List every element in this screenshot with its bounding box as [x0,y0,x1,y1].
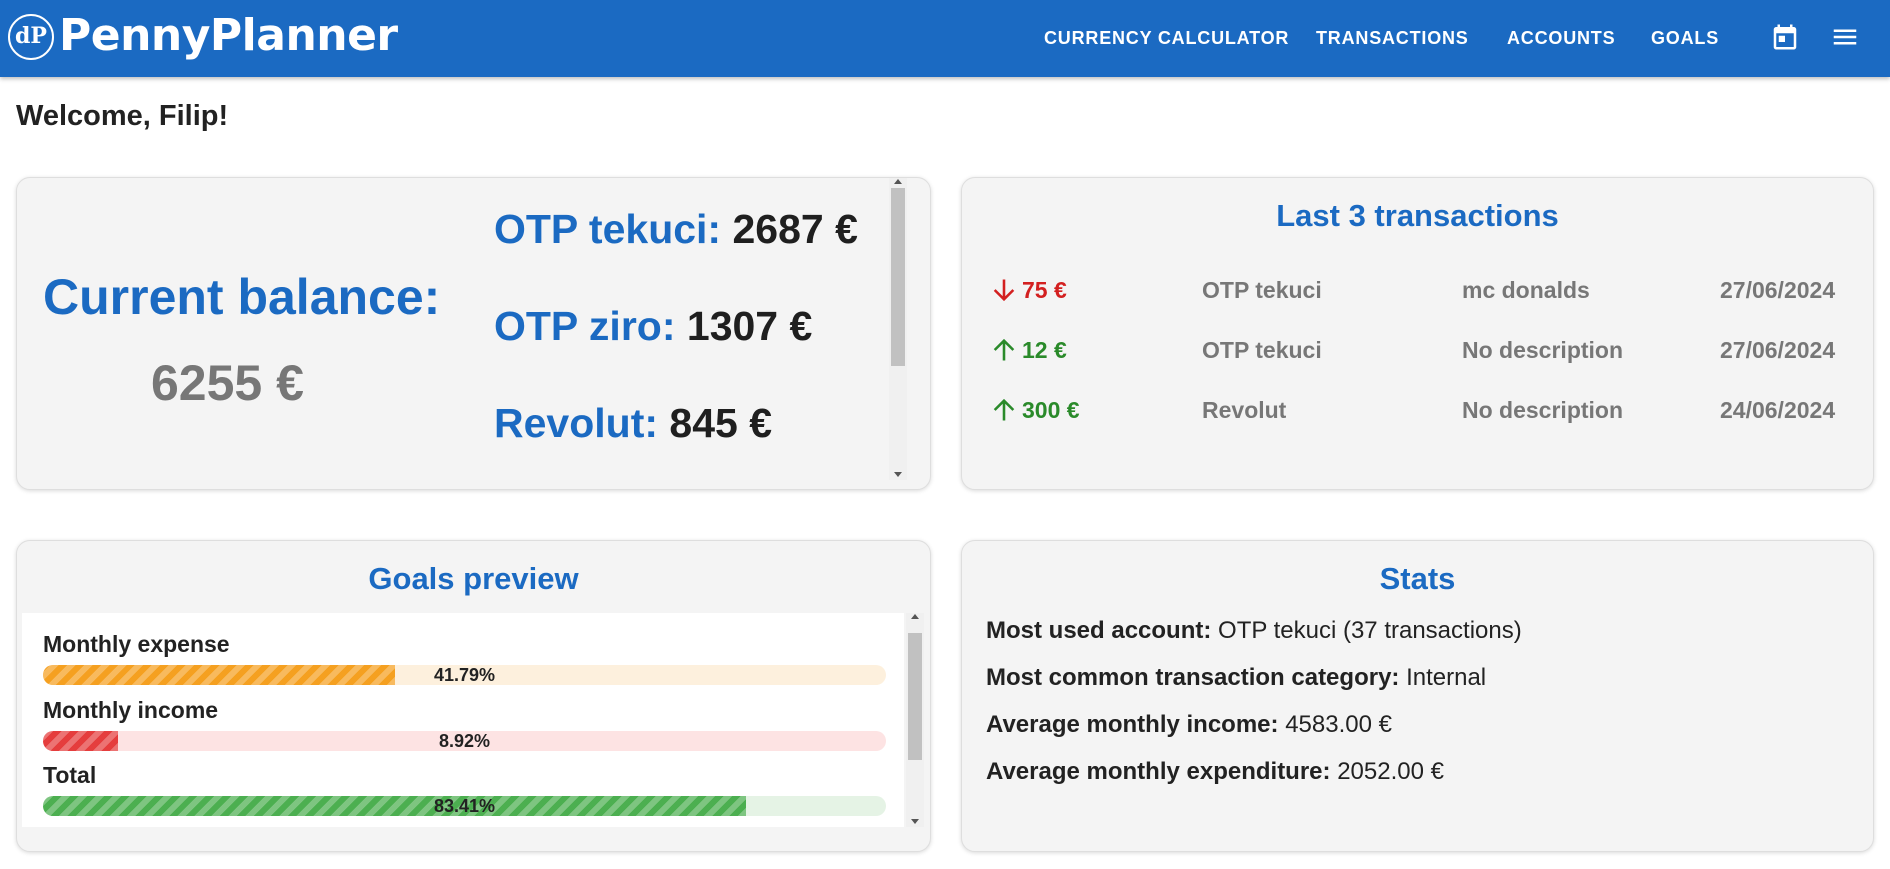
transactions-title: Last 3 transactions [1276,198,1559,233]
stat-label: Most used account: [986,617,1212,644]
goal-progress-bar: 8.92% [43,731,886,751]
current-balance-label: Current balance: [43,269,441,325]
arrow-down-icon [990,276,1018,313]
account-name: OTP ziro: [494,303,676,349]
transaction-amount: 12 € [1022,337,1067,363]
stat-average-monthly-income: Average monthly income: 4583.00 € [986,711,1392,739]
arrow-up-icon [990,336,1018,373]
stat-most-used-account: Most used account: OTP tekuci (37 transa… [986,617,1522,645]
nav-transactions[interactable]: TRANSACTIONS [1316,0,1469,77]
scroll-down-arrow[interactable] [911,819,919,824]
scroll-up-arrow[interactable] [894,179,902,184]
goals-preview-card: Goals preview Monthly expense 41.79% Mon… [16,540,931,852]
nav-goals[interactable]: GOALS [1651,0,1719,77]
goal-percent: 8.92% [438,731,491,751]
transaction-account: OTP tekuci [1202,337,1322,363]
account-value: 1307 € [686,303,813,349]
account-name: OTP tekuci: [494,206,722,252]
transaction-account: OTP tekuci [1202,277,1322,303]
calendar-icon[interactable] [1770,22,1800,52]
nav-label: TRANSACTIONS [1316,28,1469,48]
accounts-scrollbar[interactable] [889,178,907,480]
menu-icon[interactable] [1830,22,1860,52]
goal-label: Total [43,762,97,788]
transaction-amount: 75 € [1022,277,1067,303]
goal-label: Monthly expense [43,631,230,657]
transaction-description: No description [1462,397,1624,423]
stat-label: Most common transaction category: [986,664,1400,691]
app-bar: dP PennyPlanner CURRENCY CALCULATOR TRAN… [0,0,1890,77]
transaction-row[interactable]: 300 € Revolut No description 24/06/2024 [962,393,1873,427]
balance-card: Current balance: 6255 € OTP tekuci: 2687… [16,177,931,490]
stat-label: Average monthly income: [986,711,1279,738]
account-value: 845 € [669,400,773,446]
scrollbar-thumb[interactable] [908,633,922,760]
goals-title: Goals preview [368,561,579,596]
goal-progress-bar: 41.79% [43,665,886,685]
arrow-up-icon [990,396,1018,433]
goal-label: Monthly income [43,697,219,723]
nav-label: CURRENCY CALCULATOR [1044,28,1290,48]
transaction-account: Revolut [1202,397,1287,423]
account-balance-row: OTP tekuci: 2687 € [494,206,858,253]
transaction-date: 27/06/2024 [1720,277,1836,303]
goals-list: Monthly expense 41.79% Monthly income 8.… [22,613,924,827]
account-balance-row: OTP ziro: 1307 € [494,303,812,350]
goal-percent: 41.79% [433,665,496,685]
account-name: Revolut: [494,400,658,446]
stat-value: Internal [1406,664,1487,691]
stat-label: Average monthly expenditure: [986,758,1331,785]
scrollbar-thumb[interactable] [891,188,905,366]
stat-value: 4583.00 € [1285,711,1392,738]
account-balance-row: Revolut: 845 € [494,400,772,447]
nav-accounts[interactable]: ACCOUNTS [1507,0,1615,77]
app-name[interactable]: PennyPlanner [59,10,398,62]
stats-card: Stats Most used account: OTP tekuci (37 … [961,540,1874,852]
stat-average-monthly-expenditure: Average monthly expenditure: 2052.00 € [986,758,1444,786]
transaction-amount: 300 € [1022,397,1080,423]
svg-text:dP: dP [15,23,47,49]
nav-label: ACCOUNTS [1507,28,1616,48]
welcome-message: Welcome, Filip! [16,100,229,132]
transaction-row[interactable]: 75 € OTP tekuci mc donalds 27/06/2024 [962,273,1873,307]
transaction-date: 24/06/2024 [1720,397,1836,423]
stat-most-common-category: Most common transaction category: Intern… [986,664,1486,692]
stat-value: 2052.00 € [1337,758,1444,785]
nav-label: GOALS [1651,28,1720,48]
transaction-row[interactable]: 12 € OTP tekuci No description 27/06/202… [962,333,1873,367]
stats-title: Stats [1379,561,1456,596]
transactions-card: Last 3 transactions 75 € OTP tekuci mc d… [961,177,1874,490]
transaction-description: mc donalds [1462,277,1590,303]
goals-scrollbar[interactable] [906,613,924,827]
logo-icon[interactable]: dP [8,14,54,60]
current-balance-value: 6255 € [151,355,304,411]
transaction-description: No description [1462,337,1624,363]
nav-currency-calculator[interactable]: CURRENCY CALCULATOR [1044,0,1289,77]
account-value: 2687 € [732,206,858,252]
scroll-up-arrow[interactable] [911,614,919,619]
scroll-down-arrow[interactable] [894,472,902,477]
stat-value: OTP tekuci (37 transactions) [1218,617,1522,644]
goal-percent: 83.41% [433,796,496,816]
goal-progress-bar: 83.41% [43,796,886,816]
transaction-date: 27/06/2024 [1720,337,1836,363]
